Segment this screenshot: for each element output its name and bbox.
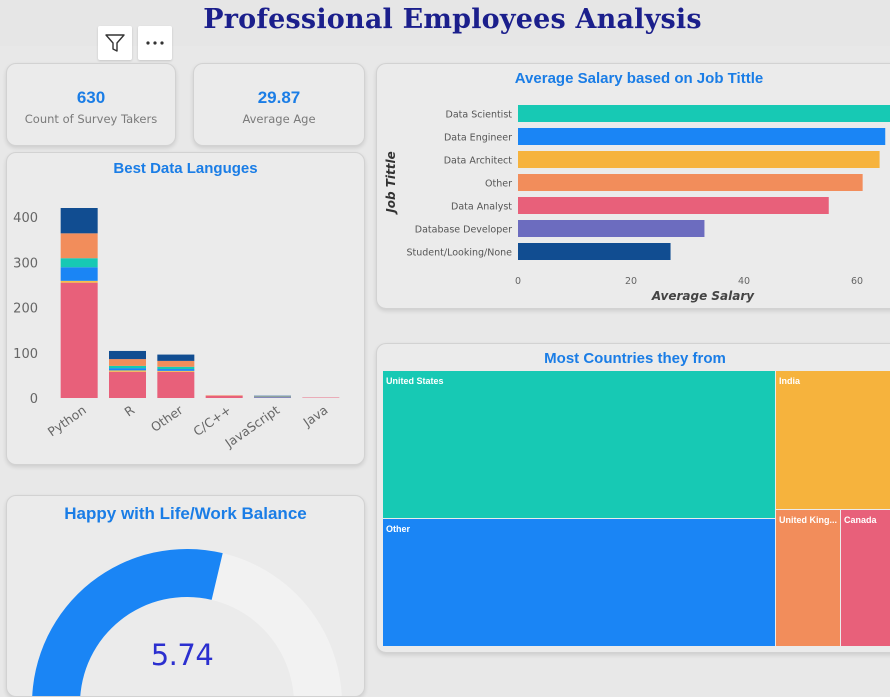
- y-tick-label: Data Engineer: [444, 133, 512, 144]
- bar-segment: [109, 359, 146, 366]
- kpi-label: Average Age: [194, 112, 364, 126]
- bar-segment: [61, 233, 98, 258]
- filter-icon: [104, 32, 126, 54]
- treemap-tile[interactable]: India: [776, 371, 890, 509]
- happiness-gauge-card[interactable]: Happy with Life/Work Balance 5.74: [6, 495, 365, 697]
- y-tick-label: Other: [485, 179, 512, 190]
- treemap-tile-label: Canada: [844, 515, 877, 525]
- kpi-label: Count of Survey Takers: [7, 112, 175, 126]
- y-tick-label: Data Architect: [444, 156, 513, 167]
- countries-treemap-title: Most Countries they from: [365, 350, 890, 367]
- y-tick-label: 400: [13, 211, 38, 226]
- treemap-tile-label: India: [779, 376, 800, 386]
- y-tick-label: Student/Looking/None: [406, 248, 512, 259]
- x-tick-label: 60: [851, 276, 863, 287]
- y-tick-label: Data Scientist: [446, 110, 513, 121]
- kpi-value: 630: [7, 88, 175, 108]
- treemap-tile[interactable]: Other: [383, 519, 775, 646]
- treemap-tile[interactable]: United King...: [776, 510, 840, 646]
- x-tick-label: 40: [738, 276, 750, 287]
- y-tick-label: Database Developer: [415, 225, 512, 236]
- x-axis-title: Average Salary: [651, 289, 755, 303]
- y-tick-label: 100: [13, 347, 38, 362]
- bar-segment: [61, 267, 98, 281]
- countries-treemap: United States Other India United King... Can…: [383, 371, 890, 646]
- x-tick-label: 20: [625, 276, 637, 287]
- bar-segment: [157, 361, 194, 367]
- more-options-icon: [143, 38, 167, 48]
- y-tick-label: 0: [30, 392, 38, 407]
- more-options-button[interactable]: [138, 26, 172, 60]
- x-tick-label: Python: [45, 402, 89, 439]
- y-axis-title: Job Tittle: [384, 151, 398, 215]
- bar: [518, 243, 671, 260]
- bar: [518, 105, 890, 122]
- bar-segment: [206, 396, 243, 398]
- bar-segment: [157, 371, 194, 372]
- x-tick-label: Java: [300, 402, 331, 430]
- bar-segment: [61, 281, 98, 283]
- bar-segment: [109, 372, 146, 398]
- treemap-tile-label: United King...: [779, 515, 837, 525]
- treemap-tile[interactable]: Canada: [841, 510, 890, 646]
- x-tick-label: JavaScript: [221, 402, 282, 451]
- bar-segment: [109, 366, 146, 368]
- kpi-card-average-age[interactable]: 29.87 Average Age: [193, 63, 365, 146]
- languages-chart: 0100200300400PythonROtherC/C++JavaScript…: [7, 153, 364, 464]
- x-tick-label: 0: [515, 276, 521, 287]
- bar: [518, 174, 863, 191]
- y-tick-label: Data Analyst: [451, 202, 512, 213]
- bar-segment: [109, 370, 146, 371]
- bar-segment: [157, 369, 194, 371]
- x-tick-label: Other: [148, 402, 186, 435]
- kpi-value: 29.87: [194, 88, 364, 108]
- countries-treemap-card[interactable]: Most Countries they from United StatesOt…: [376, 343, 890, 653]
- treemap-tile-label: Other: [386, 524, 410, 534]
- bar-segment: [157, 372, 194, 398]
- y-tick-label: 200: [13, 302, 38, 317]
- bar-segment: [109, 351, 146, 359]
- bar-segment: [61, 258, 98, 267]
- bar: [518, 128, 885, 145]
- bar-segment: [109, 368, 146, 370]
- bar: [518, 151, 880, 168]
- gauge-value: 5.74: [7, 638, 357, 672]
- bar-segment: [61, 283, 98, 398]
- y-tick-label: 300: [13, 256, 38, 271]
- treemap-tile-label: United States: [386, 376, 444, 386]
- salary-chart-card[interactable]: Average Salary based on Job Tittle Data …: [376, 63, 890, 309]
- x-tick-label: R: [122, 402, 138, 419]
- bar: [518, 220, 704, 237]
- bar-segment: [61, 208, 98, 233]
- treemap-tile[interactable]: United States: [383, 371, 775, 518]
- bar: [518, 197, 829, 214]
- gauge-fill: [32, 549, 223, 696]
- filter-button[interactable]: [98, 26, 132, 60]
- bar-segment: [157, 367, 194, 369]
- salary-chart: Data Scientist Data Engineer Data Architec…: [377, 64, 890, 308]
- languages-chart-card[interactable]: Best Data Languges 0100200300400PythonRO…: [6, 152, 365, 465]
- kpi-card-survey-count[interactable]: 630 Count of Survey Takers: [6, 63, 176, 146]
- visual-header: [98, 26, 172, 60]
- bar-segment: [157, 355, 194, 361]
